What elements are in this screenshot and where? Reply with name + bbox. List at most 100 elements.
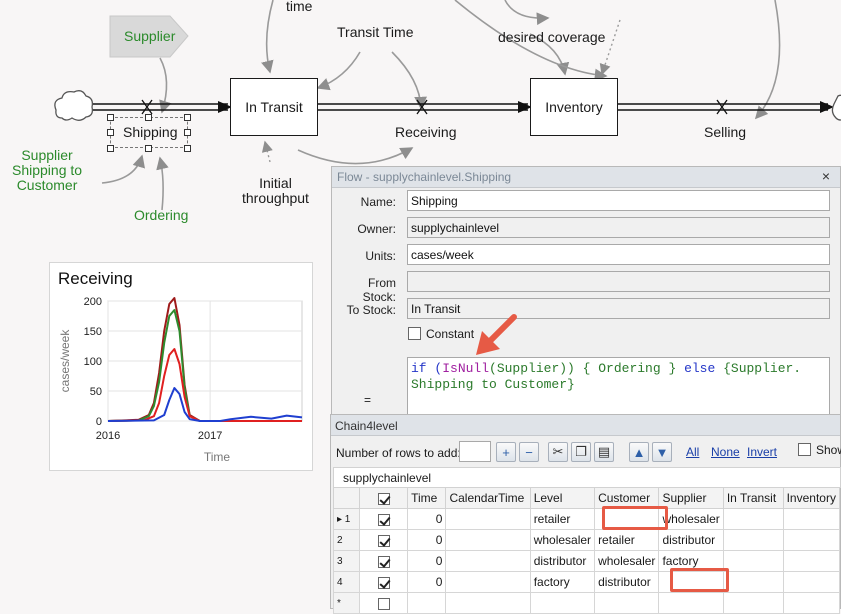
inventory-cell[interactable] [782,529,841,551]
cut-icon[interactable]: ✂ [548,442,568,462]
move-up-icon[interactable]: ▲ [629,442,649,462]
row-select-checkbox[interactable] [359,571,409,593]
selection-handle[interactable] [145,114,152,121]
time-cell[interactable] [407,592,447,614]
calendar-time-cell[interactable] [445,571,531,593]
column-header[interactable]: CalendarTime [445,487,531,509]
row-checkbox[interactable] [377,597,390,610]
flow-dialog-titlebar[interactable]: Flow - supplychainlevel.Shipping × [332,167,840,188]
close-icon[interactable]: × [822,168,830,184]
row-checkbox[interactable] [377,513,390,526]
copy-icon[interactable]: ❐ [571,442,591,462]
column-header[interactable]: Inventory [782,487,841,509]
row-checkbox[interactable] [377,555,390,568]
name-field[interactable]: Shipping [407,190,830,211]
supplier-cell[interactable]: distributor [658,529,724,551]
time-label[interactable]: time [286,0,312,14]
customer-cell[interactable] [594,592,660,614]
supplier-cell[interactable] [658,592,724,614]
selection-handle[interactable] [145,145,152,152]
selection-handle[interactable] [184,114,191,121]
inventory-cell[interactable] [782,592,841,614]
calendar-time-cell[interactable] [445,529,531,551]
selection-handle[interactable] [107,129,114,136]
column-header[interactable]: In Transit [722,487,784,509]
row-indicator[interactable]: 4 [332,571,361,593]
rows-to-add-input[interactable] [459,441,491,462]
show-checkbox[interactable] [798,443,811,456]
supplier-label[interactable]: Supplier [124,28,175,44]
time-cell[interactable]: 0 [407,529,447,551]
row-indicator[interactable]: * [332,592,361,614]
in-transit-cell[interactable] [722,592,784,614]
transit-time-label[interactable]: Transit Time [337,24,414,40]
paste-icon[interactable]: ▤ [594,442,614,462]
remove-row-icon[interactable]: − [519,442,539,462]
selection-handle[interactable] [107,145,114,152]
selling-flow-label[interactable]: Selling [704,124,746,140]
table-row[interactable]: 3 0 distributor wholesaler factory [332,550,841,572]
selection-handle[interactable] [184,145,191,152]
row-indicator[interactable]: 3 [332,550,361,572]
selection-handle[interactable] [107,114,114,121]
receiving-chart-panel[interactable]: Receiving 0 50 100 150 200 2016 2017 Time cases/… [49,262,313,471]
customer-cell[interactable]: distributor [594,571,660,593]
column-header-select[interactable] [359,487,409,509]
time-cell[interactable]: 0 [407,508,447,530]
ordering-label[interactable]: Ordering [134,207,188,223]
row-select-checkbox[interactable] [359,508,409,530]
row-checkbox[interactable] [377,576,390,589]
move-down-icon[interactable]: ▼ [652,442,672,462]
row-select-checkbox[interactable] [359,550,409,572]
initial-throughput-label[interactable]: Initial throughput [242,176,309,206]
customer-cell[interactable]: retailer [594,529,660,551]
in-transit-stock[interactable]: In Transit [230,78,318,136]
column-header[interactable]: Level [529,487,596,509]
to-stock-field[interactable]: In Transit [407,298,830,319]
equation-editor[interactable]: if (IsNull(Supplier)) { Ordering } else … [407,357,830,417]
column-header[interactable]: Supplier [658,487,724,509]
invert-selection-link[interactable]: Invert [747,445,777,459]
from-stock-field[interactable] [407,271,830,292]
level-cell[interactable]: distributor [529,550,596,572]
level-cell[interactable] [529,592,596,614]
inventory-cell[interactable] [782,508,841,530]
select-all-checkbox[interactable] [377,492,390,505]
owner-field[interactable]: supplychainlevel [407,217,830,238]
row-indicator[interactable]: ▸ 1 [332,508,361,530]
row-indicator[interactable]: 2 [332,529,361,551]
calendar-time-cell[interactable] [445,508,531,530]
in-transit-cell[interactable] [722,529,784,551]
level-cell[interactable]: wholesaler [529,529,596,551]
column-header[interactable]: Time [407,487,447,509]
calendar-time-cell[interactable] [445,592,531,614]
constant-checkbox[interactable] [408,327,421,340]
time-cell[interactable]: 0 [407,550,447,572]
row-checkbox[interactable] [377,534,390,547]
in-transit-cell[interactable] [722,571,784,593]
units-field[interactable]: cases/week [407,244,830,265]
select-none-link[interactable]: None [711,445,740,459]
row-select-checkbox[interactable] [359,529,409,551]
customer-cell[interactable]: wholesaler [594,550,660,572]
desired-coverage-label[interactable]: desired coverage [498,29,605,45]
inventory-stock[interactable]: Inventory [530,78,618,136]
shipping-flow-label[interactable]: Shipping [123,124,178,140]
in-transit-cell[interactable] [722,550,784,572]
level-cell[interactable]: retailer [529,508,596,530]
selection-handle[interactable] [184,129,191,136]
table-row[interactable]: ▸ 1 0 retailer wholesaler [332,508,841,530]
table-row[interactable]: 2 0 wholesaler retailer distributor [332,529,841,551]
supplier-shipping-to-customer-label[interactable]: Supplier Shipping to Customer [12,148,82,193]
select-all-link[interactable]: All [686,445,699,459]
in-transit-cell[interactable] [722,508,784,530]
inventory-cell[interactable] [782,571,841,593]
calendar-time-cell[interactable] [445,550,531,572]
receiving-flow-label[interactable]: Receiving [395,124,456,140]
time-cell[interactable]: 0 [407,571,447,593]
owner-tab[interactable]: supplychainlevel [333,467,841,488]
data-grid[interactable]: Time CalendarTime Level Customer Supplie… [332,487,841,614]
row-select-checkbox[interactable] [359,592,409,614]
inventory-cell[interactable] [782,550,841,572]
table-row[interactable]: * [332,592,841,614]
